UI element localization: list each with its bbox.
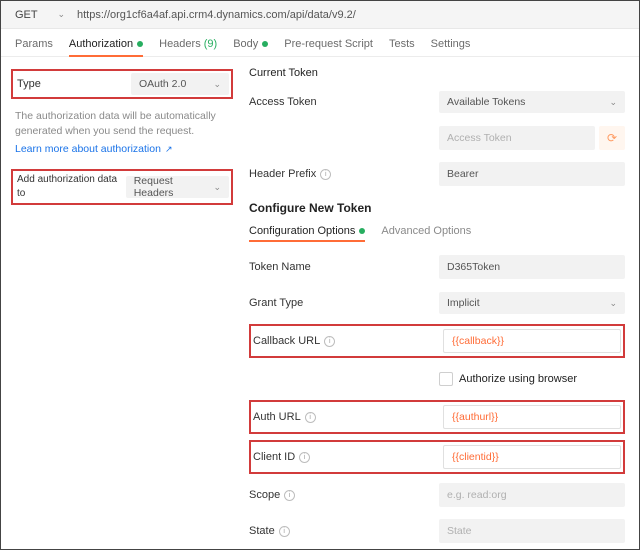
scope-label: Scopei bbox=[249, 489, 439, 501]
callback-url-label: Callback URLi bbox=[253, 335, 443, 347]
header-prefix-row: Header Prefix i Bearer bbox=[249, 161, 625, 187]
current-token-title: Current Token bbox=[249, 67, 625, 79]
request-tabs: Params Authorization Headers (9) Body Pr… bbox=[1, 29, 639, 57]
grant-type-row: Grant Type Implicit ⌄ bbox=[249, 290, 625, 316]
highlight-client-id: Client IDi {{clientid}} bbox=[249, 440, 625, 474]
header-prefix-label: Header Prefix i bbox=[249, 168, 439, 180]
auth-url-label: Auth URLi bbox=[253, 411, 443, 423]
client-id-row: Client IDi {{clientid}} bbox=[253, 444, 621, 470]
chevron-down-icon: ⌄ bbox=[213, 182, 221, 193]
request-topbar: GET ⌄ https://org1cf6a4af.api.crm4.dynam… bbox=[1, 1, 639, 29]
info-icon[interactable]: i bbox=[299, 452, 310, 463]
configure-token-title: Configure New Token bbox=[249, 201, 625, 215]
status-dot-icon bbox=[137, 41, 143, 47]
token-name-row: Token Name D365Token bbox=[249, 254, 625, 280]
scope-row: Scopei e.g. read:org bbox=[249, 482, 625, 508]
subtab-configuration[interactable]: Configuration Options bbox=[249, 225, 365, 242]
learn-more-link[interactable]: Learn more about authorization ↗ bbox=[15, 143, 172, 155]
add-auth-data-row: Add authorization data to Request Header… bbox=[11, 169, 233, 205]
auth-type-select[interactable]: OAuth 2.0 ⌄ bbox=[131, 73, 229, 95]
chevron-down-icon: ⌄ bbox=[213, 79, 221, 90]
highlight-callback: Callback URLi {{callback}} bbox=[249, 324, 625, 358]
state-row: Statei State bbox=[249, 518, 625, 544]
chevron-down-icon: ⌄ bbox=[609, 298, 617, 309]
highlight-auth-url: Auth URLi {{authurl}} bbox=[249, 400, 625, 434]
tab-tests[interactable]: Tests bbox=[389, 32, 415, 56]
status-dot-icon bbox=[262, 41, 268, 47]
grant-type-select[interactable]: Implicit ⌄ bbox=[439, 292, 625, 314]
grant-type-label: Grant Type bbox=[249, 297, 439, 309]
auth-url-row: Auth URLi {{authurl}} bbox=[253, 404, 621, 430]
auth-right-panel: Current Token Access Token Available Tok… bbox=[243, 57, 639, 549]
http-method-select[interactable]: GET ⌄ bbox=[9, 5, 71, 25]
callback-url-row: Callback URLi {{callback}} bbox=[253, 328, 621, 354]
info-icon[interactable]: i bbox=[320, 169, 331, 180]
subtab-advanced[interactable]: Advanced Options bbox=[381, 225, 471, 242]
state-label: Statei bbox=[249, 525, 439, 537]
chevron-down-icon: ⌄ bbox=[609, 97, 617, 108]
token-name-label: Token Name bbox=[249, 261, 439, 273]
token-subtabs: Configuration Options Advanced Options bbox=[249, 225, 625, 242]
state-input[interactable]: State bbox=[439, 519, 625, 543]
status-dot-icon bbox=[359, 228, 365, 234]
tab-params[interactable]: Params bbox=[15, 32, 53, 56]
auth-body: Type OAuth 2.0 ⌄ The authorization data … bbox=[1, 57, 639, 549]
token-name-input[interactable]: D365Token bbox=[439, 255, 625, 279]
tab-authorization[interactable]: Authorization bbox=[69, 32, 143, 56]
authorize-browser-checkbox[interactable] bbox=[439, 372, 453, 386]
header-prefix-input[interactable]: Bearer bbox=[439, 162, 625, 186]
add-auth-data-label: Add authorization data to bbox=[17, 173, 126, 201]
postman-authorization-view: GET ⌄ https://org1cf6a4af.api.crm4.dynam… bbox=[0, 0, 640, 550]
access-token-label: Access Token bbox=[249, 96, 439, 108]
info-icon[interactable]: i bbox=[305, 412, 316, 423]
auth-type-label: Type bbox=[17, 78, 41, 90]
sync-token-button[interactable]: ⟳ bbox=[599, 126, 625, 150]
auth-left-panel: Type OAuth 2.0 ⌄ The authorization data … bbox=[1, 57, 243, 549]
authorize-browser-label: Authorize using browser bbox=[459, 373, 577, 385]
add-auth-data-select[interactable]: Request Headers ⌄ bbox=[126, 176, 229, 198]
info-icon[interactable]: i bbox=[324, 336, 335, 347]
info-icon[interactable]: i bbox=[284, 490, 295, 501]
request-url-input[interactable]: https://org1cf6a4af.api.crm4.dynamics.co… bbox=[71, 9, 631, 21]
refresh-icon: ⟳ bbox=[607, 131, 617, 145]
tab-settings[interactable]: Settings bbox=[431, 32, 471, 56]
tab-headers[interactable]: Headers (9) bbox=[159, 32, 217, 56]
authorize-browser-row: Authorize using browser bbox=[249, 366, 625, 392]
access-token-row: Access Token Available Tokens ⌄ bbox=[249, 89, 625, 115]
tab-body[interactable]: Body bbox=[233, 32, 268, 56]
access-token-input-row: Access Token ⟳ bbox=[249, 125, 625, 151]
callback-url-input[interactable]: {{callback}} bbox=[443, 329, 621, 353]
external-link-icon: ↗ bbox=[165, 144, 173, 155]
auth-description: The authorization data will be automatic… bbox=[15, 109, 233, 139]
auth-type-row: Type OAuth 2.0 ⌄ bbox=[11, 69, 233, 99]
client-id-input[interactable]: {{clientid}} bbox=[443, 445, 621, 469]
info-icon[interactable]: i bbox=[279, 526, 290, 537]
chevron-down-icon: ⌄ bbox=[57, 9, 65, 20]
client-id-label: Client IDi bbox=[253, 451, 443, 463]
scope-input[interactable]: e.g. read:org bbox=[439, 483, 625, 507]
auth-url-input[interactable]: {{authurl}} bbox=[443, 405, 621, 429]
http-method-value: GET bbox=[15, 9, 38, 21]
access-token-input[interactable]: Access Token bbox=[439, 126, 595, 150]
available-tokens-select[interactable]: Available Tokens ⌄ bbox=[439, 91, 625, 113]
tab-prerequest[interactable]: Pre-request Script bbox=[284, 32, 373, 56]
